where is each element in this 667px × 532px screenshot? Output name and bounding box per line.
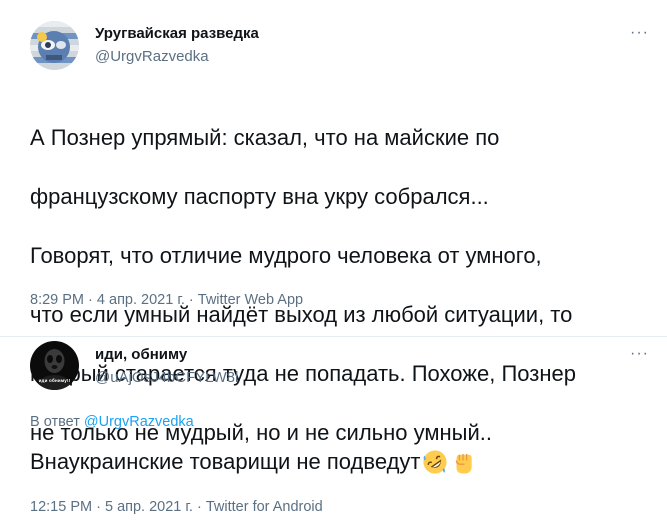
timestamp-link[interactable]: 12:15 PM · 5 апр. 2021 г. — [30, 499, 193, 515]
tweet-time: 8:29 PM — [30, 292, 84, 308]
tweet-date: 5 апр. 2021 г. — [104, 499, 193, 515]
avatar-caption: иди обниму!! — [38, 378, 71, 383]
reply-context: В ответ @UrgvRazvedka — [30, 414, 194, 430]
author-display-name[interactable]: Уругвайская разведка — [95, 25, 259, 42]
separator: · — [88, 292, 93, 308]
tweet-text-line: Говорят, что отличие мудрого человека от… — [30, 242, 542, 268]
separator: · — [96, 499, 101, 515]
raised-fist-icon — [456, 454, 473, 474]
rolling-on-floor-laughing-icon — [423, 450, 448, 474]
more-options-icon[interactable]: ··· — [630, 25, 649, 41]
tweet-time: 12:15 PM — [30, 499, 93, 515]
tweet-text-line: французскому паспорту вна укру собрался.… — [30, 183, 489, 209]
separator: · — [188, 292, 194, 308]
avatar[interactable]: иди обниму!! — [30, 341, 79, 390]
author-display-name[interactable]: иди, обниму — [95, 346, 187, 363]
reply-to-link[interactable]: @UrgvRazvedka — [84, 414, 194, 430]
avatar-uruguay-face-image — [30, 21, 79, 70]
tweet-text-line: А Познер упрямый: сказал, что на майские… — [30, 124, 500, 150]
timestamp-link[interactable]: 8:29 PM · 4 апр. 2021 г. — [30, 292, 185, 308]
tweet-metadata: 8:29 PM · 4 апр. 2021 г. · Twitter Web A… — [30, 292, 303, 308]
author-handle[interactable]: @uAjOsJ4bCFYLW8l — [95, 369, 238, 386]
tweet-reply: иди обниму!! иди, обниму @uAjOsJ4bCFYLW8… — [0, 337, 667, 532]
tweet-text-content: Внаукраинские товарищи не подведут — [30, 449, 421, 474]
avatar[interactable] — [30, 21, 79, 70]
reply-prefix: В ответ — [30, 414, 80, 430]
tweet-date: 4 апр. 2021 г. — [96, 292, 185, 308]
tweet-text: Внаукраинские товарищи не подведут — [30, 449, 476, 475]
tweet-main: Уругвайская разведка @UrgvRazvedka ··· А… — [0, 0, 667, 445]
tweet-source-link[interactable]: Twitter for Android — [206, 499, 323, 515]
tweet-source-link[interactable]: Twitter Web App — [198, 292, 303, 308]
author-handle[interactable]: @UrgvRazvedka — [95, 48, 209, 65]
tweet-metadata: 12:15 PM · 5 апр. 2021 г. · Twitter for … — [30, 499, 323, 515]
more-options-icon[interactable]: ··· — [630, 346, 649, 362]
separator: · — [196, 499, 202, 515]
